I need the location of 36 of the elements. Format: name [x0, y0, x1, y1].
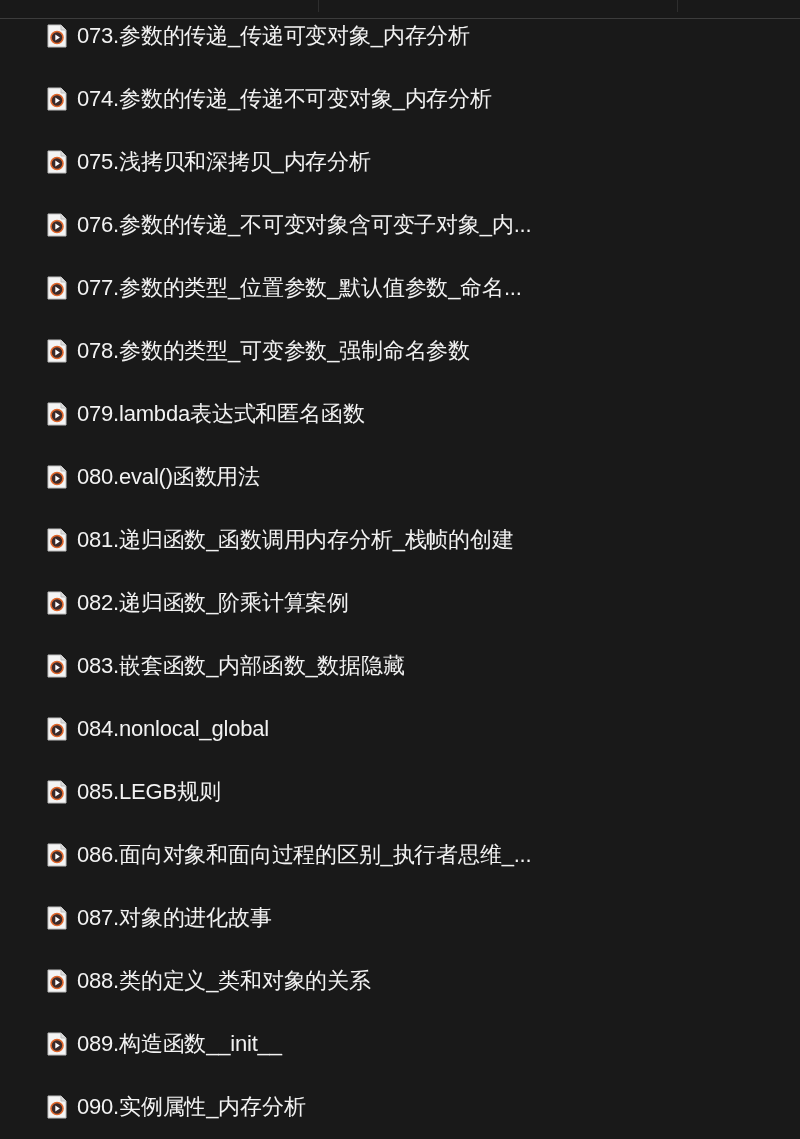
file-list-item[interactable]: 078.参数的类型_可变参数_强制命名参数	[0, 334, 800, 368]
video-file-icon	[47, 150, 67, 174]
file-list-item[interactable]: 087.对象的进化故事	[0, 901, 800, 935]
file-list-item[interactable]: 073.参数的传递_传递可变对象_内存分析	[0, 19, 800, 53]
video-file-icon	[47, 465, 67, 489]
file-list-item[interactable]: 074.参数的传递_传递不可变对象_内存分析	[0, 82, 800, 116]
video-file-icon	[47, 276, 67, 300]
file-list-item[interactable]: 084.nonlocal_global	[0, 712, 800, 746]
file-list-item[interactable]: 082.递归函数_阶乘计算案例	[0, 586, 800, 620]
file-list-item[interactable]: 076.参数的传递_不可变对象含可变子对象_内...	[0, 208, 800, 242]
file-list-item[interactable]: 090.实例属性_内存分析	[0, 1090, 800, 1124]
video-file-icon	[47, 339, 67, 363]
file-list-item[interactable]: 083.嵌套函数_内部函数_数据隐藏	[0, 649, 800, 683]
video-file-icon	[47, 528, 67, 552]
video-file-icon	[47, 402, 67, 426]
video-file-icon	[47, 213, 67, 237]
file-list-item[interactable]: 089.构造函数__init__	[0, 1027, 800, 1061]
video-file-icon	[47, 24, 67, 48]
file-list-item[interactable]: 081.递归函数_函数调用内存分析_栈帧的创建	[0, 523, 800, 557]
video-file-icon	[47, 591, 67, 615]
file-list-item[interactable]: 088.类的定义_类和对象的关系	[0, 964, 800, 998]
file-list-item[interactable]: 085.LEGB规则	[0, 775, 800, 809]
file-list-item[interactable]: 086.面向对象和面向过程的区别_执行者思维_...	[0, 838, 800, 872]
video-file-icon	[47, 717, 67, 741]
file-list-item[interactable]: 080.eval()函数用法	[0, 460, 800, 494]
file-list-item[interactable]: 077.参数的类型_位置参数_默认值参数_命名...	[0, 271, 800, 305]
video-file-icon	[47, 1032, 67, 1056]
file-list-item[interactable]: 079.lambda表达式和匿名函数	[0, 397, 800, 431]
file-list-item[interactable]: 075.浅拷贝和深拷贝_内存分析	[0, 145, 800, 179]
video-file-icon	[47, 780, 67, 804]
video-file-icon	[47, 654, 67, 678]
video-file-icon	[47, 1095, 67, 1119]
video-file-icon	[47, 87, 67, 111]
video-file-icon	[47, 843, 67, 867]
video-file-icon	[47, 969, 67, 993]
video-file-icon	[47, 906, 67, 930]
